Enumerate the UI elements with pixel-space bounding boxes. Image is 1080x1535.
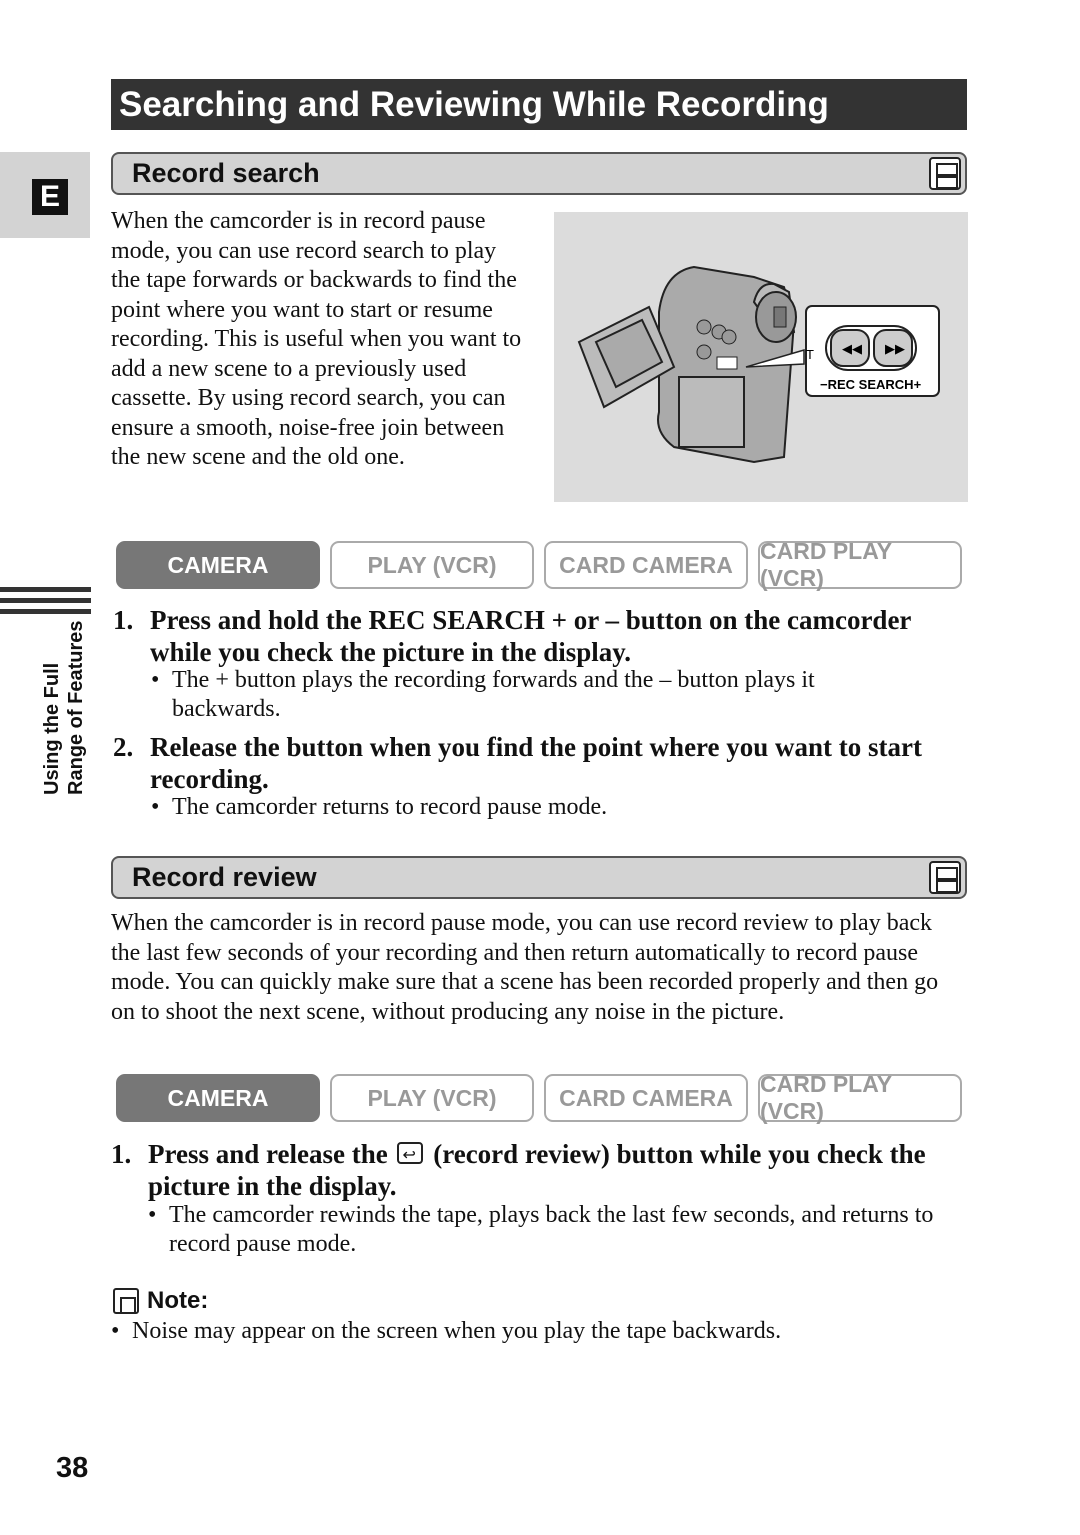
mode-play-vcr: PLAY (VCR) — [330, 541, 534, 589]
step-text: Press and release the (record review) bu… — [148, 1138, 971, 1202]
manual-page: E Using the Full Range of Features Searc… — [0, 0, 1080, 1535]
tape-icon — [929, 157, 961, 190]
note-bullet: • Noise may appear on the screen when yo… — [111, 1317, 961, 1346]
mode-play-vcr: PLAY (VCR) — [330, 1074, 534, 1122]
bullet-dot: • — [148, 1202, 157, 1228]
section-heading-record-review: Record review — [111, 856, 967, 899]
bullet-text: The + button plays the recording forward… — [172, 667, 815, 722]
step-1: 1. Press and hold the REC SEARCH + or – … — [113, 604, 973, 668]
review-step-1-bullet: • The camcorder rewinds the tape, plays … — [148, 1201, 978, 1258]
step-text: Press and hold the REC SEARCH + or – but… — [150, 605, 911, 667]
page-number: 38 — [56, 1452, 89, 1484]
chapter-label: Using the Full Range of Features — [40, 621, 88, 795]
step-number: 1. — [111, 1139, 132, 1169]
mode-card-camera: CARD CAMERA — [544, 1074, 748, 1122]
section-heading-record-search: Record search — [111, 152, 967, 195]
language-tab: E — [0, 152, 90, 238]
bullet-dot: • — [151, 794, 160, 820]
step-2: 2. Release the button when you find the … — [113, 731, 973, 795]
section-heading-text: Record review — [132, 862, 317, 892]
callout-char: T — [806, 347, 814, 362]
note-icon — [113, 1288, 139, 1314]
bullet-text: The camcorder rewinds the tape, plays ba… — [169, 1202, 934, 1257]
chapter-label-line1: Using the Full — [41, 662, 63, 795]
step-text: Release the button when you find the poi… — [150, 732, 923, 794]
chapter-label-line2: Range of Features — [65, 620, 87, 795]
chapter-marker-lines — [0, 587, 91, 620]
record-review-icon — [397, 1140, 424, 1172]
step-number: 2. — [113, 732, 134, 762]
bullet-dot: • — [111, 1318, 120, 1344]
mode-card-play-vcr: CARD PLAY (VCR) — [758, 1071, 962, 1124]
mode-indicator-record-review: CAMERA PLAY (VCR) CARD CAMERA CARD PLAY … — [116, 1071, 962, 1124]
tape-icon — [929, 861, 961, 894]
mode-indicator-record-search: CAMERA PLAY (VCR) CARD CAMERA CARD PLAY … — [116, 538, 962, 591]
record-review-intro: When the camcorder is in record pause mo… — [111, 910, 939, 1025]
step-2-bullet: • The camcorder returns to record pause … — [151, 793, 951, 822]
mode-card-camera: CARD CAMERA — [544, 541, 748, 589]
record-search-intro: When the camcorder is in record pause mo… — [111, 208, 522, 470]
step-1-bullet: • The + button plays the recording forwa… — [151, 666, 911, 723]
note-heading: Note: — [113, 1286, 208, 1316]
section-heading-text: Record search — [132, 158, 320, 188]
page-title: Searching and Reviewing While Recording — [111, 79, 967, 130]
note-heading-text: Note: — [147, 1287, 209, 1314]
step-number: 1. — [113, 605, 134, 635]
mode-camera: CAMERA — [116, 541, 320, 589]
rec-search-label: −REC SEARCH+ — [820, 377, 922, 392]
camcorder-illustration: ◀◀ ▶▶ T −REC SEARCH+ — [554, 212, 968, 502]
step-text-before: Press and release the — [148, 1139, 388, 1169]
svg-text:▶▶: ▶▶ — [885, 342, 905, 357]
review-step-1: 1. Press and release the (record review)… — [111, 1138, 971, 1202]
bullet-text: The camcorder returns to record pause mo… — [172, 794, 608, 820]
language-letter: E — [32, 179, 68, 215]
svg-text:◀◀: ◀◀ — [842, 342, 862, 357]
camcorder-drawing: ◀◀ ▶▶ T −REC SEARCH+ — [577, 265, 940, 464]
bullet-text: Noise may appear on the screen when you … — [132, 1318, 782, 1344]
mode-camera: CAMERA — [116, 1074, 320, 1122]
mode-card-play-vcr: CARD PLAY (VCR) — [758, 538, 962, 591]
bullet-dot: • — [151, 667, 160, 693]
